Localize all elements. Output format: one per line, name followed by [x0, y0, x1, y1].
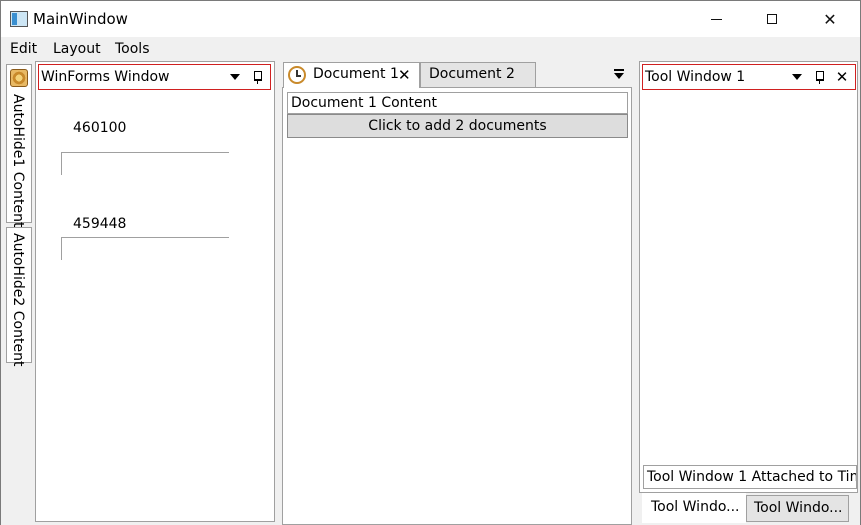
- document-area: Document 1 ✕ Document 2 Document 1 Conte…: [282, 61, 632, 525]
- document-content: Document 1 Content: [287, 92, 628, 114]
- pin-icon: [815, 71, 824, 84]
- minimize-icon: [710, 18, 722, 20]
- window-title: MainWindow: [33, 10, 128, 28]
- menu-layout[interactable]: Layout: [53, 41, 101, 57]
- winforms-pane: WinForms Window 460100 459448: [35, 61, 275, 522]
- tool-window-pane: Tool Window 1 ✕ Tool Window 1 Attached t…: [639, 61, 858, 493]
- tab-document-2-label: Document 2: [429, 66, 515, 82]
- document-body: Document 1 Content Click to add 2 docume…: [282, 87, 632, 525]
- tool-tab-1[interactable]: Tool Windo...: [642, 493, 746, 523]
- app-icon: [10, 11, 28, 27]
- winforms-pane-header[interactable]: WinForms Window: [38, 64, 271, 90]
- autohide-tab-2[interactable]: AutoHide2 Content: [6, 227, 32, 367]
- attached-textbox[interactable]: Tool Window 1 Attached to Tim: [643, 465, 857, 489]
- maximize-button[interactable]: [749, 1, 795, 37]
- tool-window-title: Tool Window 1: [645, 69, 746, 85]
- autohide-tab-1-label: AutoHide1 Content: [10, 94, 26, 228]
- tab-document-2[interactable]: Document 2: [420, 62, 536, 87]
- main-window: MainWindow ✕ Edit Layout Tools AutoHide1…: [0, 0, 861, 525]
- tool-menu-button[interactable]: [789, 68, 805, 86]
- pin-icon: [253, 71, 262, 84]
- close-icon[interactable]: ✕: [398, 66, 411, 84]
- autohide-tab-1[interactable]: AutoHide1 Content: [6, 64, 32, 227]
- close-icon[interactable]: ✕: [834, 68, 850, 86]
- add-documents-button[interactable]: Click to add 2 documents: [287, 114, 628, 138]
- autohide-tab-2-label: AutoHide2 Content: [10, 233, 26, 367]
- document-list-icon[interactable]: [613, 69, 625, 81]
- tab-document-1-label: Document 1: [313, 66, 399, 82]
- tab-document-1[interactable]: Document 1 ✕: [283, 62, 420, 88]
- menu-edit[interactable]: Edit: [10, 41, 37, 57]
- tool-window-header[interactable]: Tool Window 1 ✕: [642, 64, 856, 90]
- tool-tab-2[interactable]: Tool Windo...: [746, 495, 849, 522]
- pane-menu-button[interactable]: [227, 68, 243, 86]
- winforms-value-2: 459448: [73, 216, 127, 232]
- title-bar: MainWindow ✕: [1, 1, 860, 37]
- minimize-button[interactable]: [693, 1, 739, 37]
- winforms-textbox-2[interactable]: [61, 237, 229, 260]
- winforms-pane-title: WinForms Window: [41, 69, 170, 85]
- menu-tools[interactable]: Tools: [115, 41, 150, 57]
- dock-area: AutoHide1 Content AutoHide2 Content WinF…: [1, 61, 860, 525]
- maximize-icon: [767, 14, 777, 24]
- winforms-textbox-1[interactable]: [61, 152, 229, 175]
- tool-pin-button[interactable]: [811, 68, 827, 86]
- chevron-down-icon: [230, 74, 240, 80]
- menu-bar: Edit Layout Tools: [1, 37, 860, 61]
- sand-icon: [10, 69, 28, 87]
- clock-icon: [288, 66, 306, 84]
- winforms-value-1: 460100: [73, 120, 127, 136]
- close-button[interactable]: ✕: [807, 1, 853, 37]
- pin-button[interactable]: [249, 68, 265, 86]
- chevron-down-icon: [792, 74, 802, 80]
